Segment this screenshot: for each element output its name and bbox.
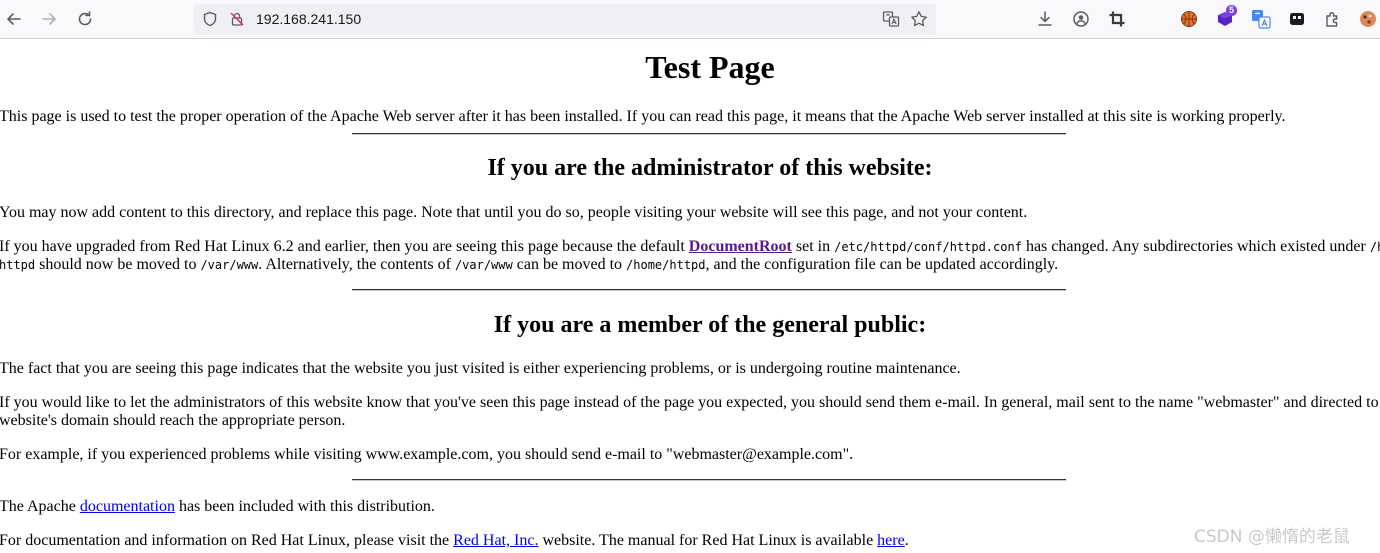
text: For documentation and information on Red… bbox=[0, 532, 454, 549]
extension-translate-icon[interactable] bbox=[1250, 8, 1272, 30]
forward-icon[interactable] bbox=[37, 7, 61, 31]
code-path: /ho bbox=[1369, 240, 1380, 254]
code-path: /home/httpd bbox=[626, 258, 706, 272]
code-path: /var/www bbox=[454, 258, 513, 272]
account-icon[interactable] bbox=[1070, 8, 1092, 30]
admin-paragraph-2-line-2: httpd should now be moved to /var/www. A… bbox=[0, 256, 1058, 274]
divider bbox=[352, 133, 1066, 135]
admin-paragraph-2-line-1: If you have upgraded from Red Hat Linux … bbox=[0, 238, 1380, 256]
code-path: /var/www bbox=[200, 258, 259, 272]
text: has changed. Any subdirectories which ex… bbox=[1021, 238, 1370, 255]
translate-icon[interactable] bbox=[882, 10, 900, 28]
url-text[interactable]: 192.168.241.150 bbox=[256, 11, 361, 27]
documentroot-link[interactable]: DocumentRoot bbox=[689, 238, 792, 255]
code-path: /etc/httpd/conf/httpd.conf bbox=[834, 240, 1022, 254]
divider bbox=[352, 479, 1066, 481]
intro-paragraph: This page is used to test the proper ope… bbox=[0, 108, 1286, 125]
text: . Alternatively, the contents of bbox=[258, 256, 455, 273]
text: The Apache bbox=[0, 498, 80, 515]
back-icon[interactable] bbox=[2, 7, 26, 31]
extension-tab-icon[interactable] bbox=[1286, 8, 1308, 30]
admin-heading: If you are the administrator of this web… bbox=[487, 155, 933, 181]
extension-basketball-icon[interactable] bbox=[1178, 8, 1200, 30]
download-icon[interactable] bbox=[1034, 8, 1056, 30]
crop-icon[interactable] bbox=[1106, 8, 1128, 30]
bookmark-star-icon[interactable] bbox=[910, 10, 928, 28]
text: website. The manual for Red Hat Linux is… bbox=[538, 532, 878, 549]
profile-avatar-icon[interactable] bbox=[1357, 8, 1379, 30]
text: can be moved to bbox=[512, 256, 627, 273]
admin-paragraph-1: You may now add content to this director… bbox=[0, 204, 1028, 221]
csdn-watermark: CSDN @懒惰的老鼠 bbox=[1194, 527, 1350, 547]
text: If you have upgraded from Red Hat Linux … bbox=[0, 238, 689, 255]
public-paragraph-2-line-2: website's domain should reach the approp… bbox=[0, 412, 346, 429]
text: , and the configuration file can be upda… bbox=[705, 256, 1059, 273]
url-bar[interactable]: 192.168.241.150 bbox=[194, 4, 936, 35]
public-paragraph-1: The fact that you are seeing this page i… bbox=[0, 360, 961, 377]
reload-icon[interactable] bbox=[73, 7, 97, 31]
extension-purple-icon[interactable]: 5 bbox=[1214, 5, 1238, 30]
divider bbox=[352, 289, 1066, 291]
text: should now be moved to bbox=[35, 256, 201, 273]
public-heading: If you are a member of the general publi… bbox=[493, 312, 927, 338]
shield-icon[interactable] bbox=[201, 10, 219, 28]
red-hat-link[interactable]: Red Hat, Inc. bbox=[453, 532, 538, 549]
footer-paragraph-2: For documentation and information on Red… bbox=[0, 532, 909, 550]
extensions-puzzle-icon[interactable] bbox=[1322, 8, 1344, 30]
public-paragraph-3: For example, if you experienced problems… bbox=[0, 446, 854, 463]
extension-badge: 5 bbox=[1226, 5, 1238, 16]
text: set in bbox=[791, 238, 835, 255]
page-title: Test Page bbox=[645, 49, 775, 85]
code-path: httpd bbox=[0, 258, 36, 272]
manual-here-link[interactable]: here bbox=[877, 532, 905, 549]
footer-paragraph-1: The Apache documentation has been includ… bbox=[0, 498, 435, 516]
documentation-link[interactable]: documentation bbox=[80, 498, 175, 515]
browser-toolbar: 192.168.241.150 5 bbox=[0, 0, 1380, 39]
text: has been included with this distribution… bbox=[174, 498, 435, 515]
text: . bbox=[904, 532, 909, 549]
public-paragraph-2-line-1: If you would like to let the administrat… bbox=[0, 394, 1379, 411]
insecure-lock-icon[interactable] bbox=[228, 10, 246, 28]
